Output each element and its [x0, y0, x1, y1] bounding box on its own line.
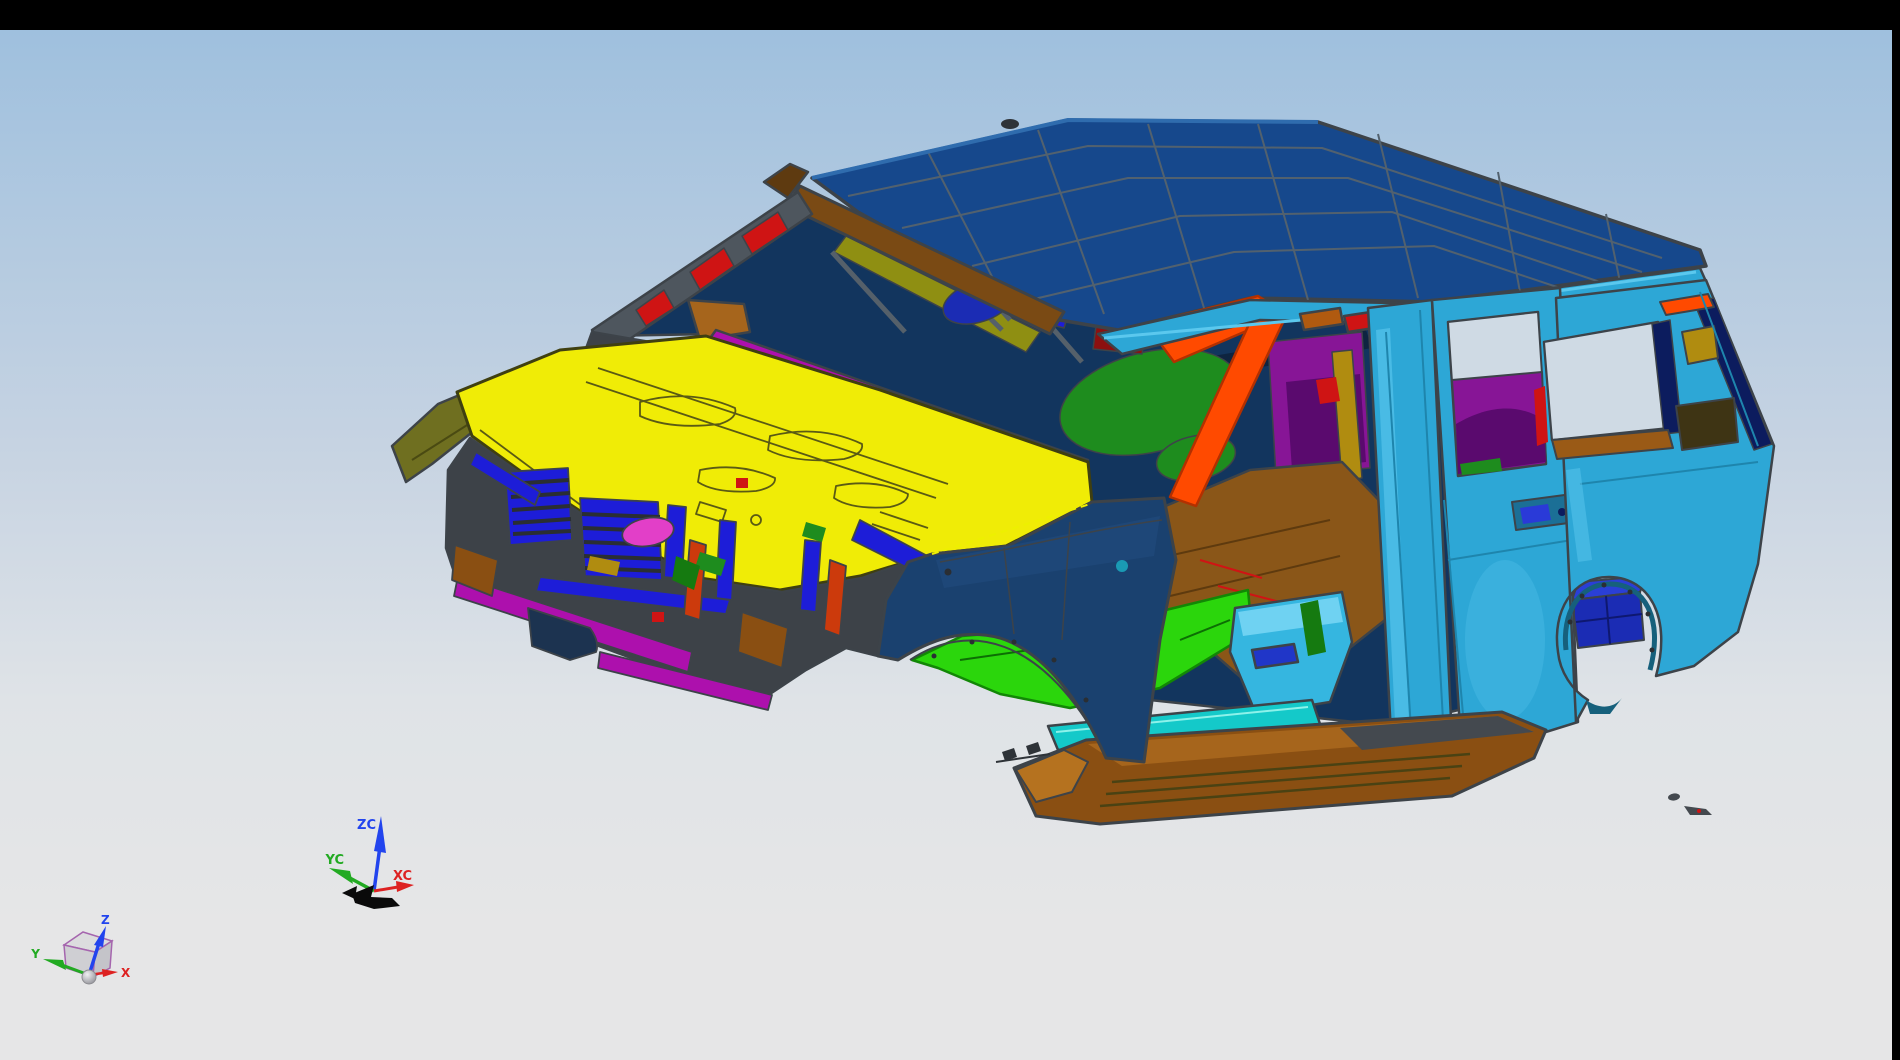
- absolute-triad: Z Y X: [30, 913, 131, 984]
- debris-marks: [1668, 793, 1712, 815]
- rear-door-window: [1448, 312, 1548, 475]
- model-canvas[interactable]: ZC YC XC Z Y X: [0, 0, 1900, 1060]
- quarter-window-glass: [1544, 322, 1668, 440]
- wcs-y-label: YC: [325, 853, 345, 868]
- abs-y-arrow: [43, 959, 66, 970]
- window-glass: [1448, 312, 1542, 382]
- wcs-y-arrow: [329, 868, 353, 884]
- origin-sphere: [82, 970, 96, 984]
- abs-z-label: Z: [101, 913, 110, 927]
- abs-x-arrow: [102, 969, 118, 977]
- right-window-bar: [1892, 0, 1900, 1060]
- wcs-x-label: XC: [393, 869, 412, 884]
- abs-x-label: X: [121, 966, 131, 980]
- car-body-model[interactable]: [392, 119, 1774, 824]
- cad-graphics-window[interactable]: ZC YC XC Z Y X: [0, 0, 1900, 1060]
- abs-y-label: Y: [30, 947, 40, 961]
- fender-teal-grommet: [1116, 560, 1128, 572]
- top-window-bar: [0, 0, 1900, 30]
- roof-antenna-nub: [1001, 119, 1019, 129]
- wcs-triad[interactable]: ZC YC XC: [325, 816, 415, 909]
- wcs-z-label: ZC: [357, 818, 376, 833]
